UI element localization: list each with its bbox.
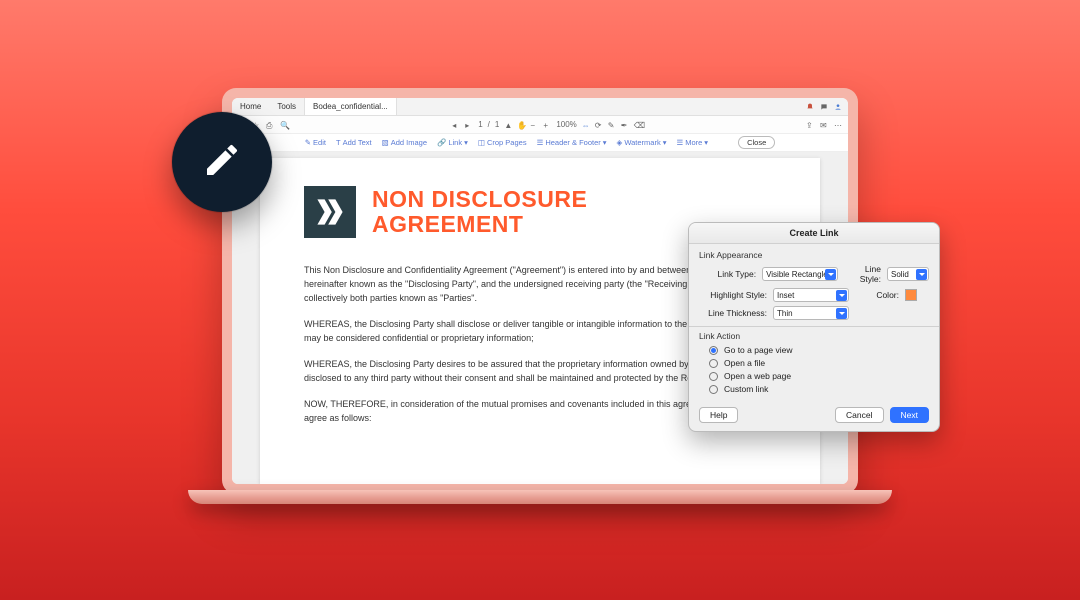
edit-badge: [172, 112, 272, 212]
hand-tool-icon[interactable]: ✋: [517, 121, 525, 129]
color-label: Color:: [855, 290, 899, 300]
search-icon[interactable]: 🔍: [280, 121, 288, 129]
erase-icon[interactable]: ⌫: [634, 121, 642, 129]
send-icon[interactable]: ✉: [820, 121, 828, 129]
crop-pages-button[interactable]: ◫Crop Pages: [478, 138, 527, 147]
sign-icon[interactable]: ✒: [621, 121, 629, 129]
fit-width-icon[interactable]: ⇔: [582, 121, 590, 129]
chevron-down-icon: [916, 269, 927, 280]
tab-bar: Home Tools Bodea_confidential...: [232, 98, 848, 116]
radio-icon: [709, 346, 718, 355]
select-tool-icon[interactable]: ▲: [504, 121, 512, 129]
line-thickness-label: Line Thickness:: [699, 308, 767, 318]
color-swatch[interactable]: [905, 289, 917, 301]
watermark-button[interactable]: ◈Watermark▾: [617, 138, 667, 147]
highlight-style-select[interactable]: Inset: [773, 288, 849, 302]
quick-toolbar: ☰ ☆ ⎙ 🔍 ◂ ▸ 1 / 1 ▲ ✋ − + 100% ⇔ ⟳ ✎ ✒ ⌫: [232, 116, 848, 134]
notification-icon[interactable]: [806, 103, 814, 111]
help-button[interactable]: Help: [699, 407, 738, 423]
next-button[interactable]: Next: [890, 407, 929, 423]
pencil-icon: [202, 140, 242, 185]
zoom-out-icon[interactable]: −: [530, 121, 538, 129]
print-icon[interactable]: ⎙: [266, 121, 274, 129]
prev-page-icon[interactable]: ◂: [452, 121, 460, 129]
link-type-label: Link Type:: [699, 269, 756, 279]
share-icon[interactable]: ⇪: [806, 121, 814, 129]
chevron-down-icon: [836, 308, 847, 319]
tab-tools[interactable]: Tools: [269, 98, 304, 115]
radio-open-file[interactable]: Open a file: [709, 358, 929, 368]
add-text-button[interactable]: TAdd Text: [336, 138, 372, 147]
zoom-in-icon[interactable]: +: [543, 121, 551, 129]
highlight-style-label: Highlight Style:: [699, 290, 767, 300]
line-style-label: Line Style:: [844, 264, 881, 284]
edit-button[interactable]: ✎Edit: [305, 138, 326, 147]
tab-document[interactable]: Bodea_confidential...: [304, 98, 397, 115]
create-link-dialog: Create Link Link Appearance Link Type: V…: [688, 222, 940, 432]
comment-icon[interactable]: [820, 103, 828, 111]
radio-custom-link[interactable]: Custom link: [709, 384, 929, 394]
next-page-icon[interactable]: ▸: [465, 121, 473, 129]
account-icon[interactable]: [834, 103, 842, 111]
chevron-down-icon: [825, 269, 836, 280]
laptop-base: [188, 490, 892, 504]
header-footer-button[interactable]: ☰Header & Footer▾: [537, 138, 607, 147]
rotate-icon[interactable]: ⟳: [595, 121, 603, 129]
document-title: NON DISCLOSURE AGREEMENT: [372, 187, 587, 238]
add-image-button[interactable]: ▧Add Image: [382, 138, 427, 147]
line-thickness-select[interactable]: Thin: [773, 306, 849, 320]
chevron-down-icon: [836, 290, 847, 301]
page-current: 1: [478, 120, 482, 129]
highlight-icon[interactable]: ✎: [608, 121, 616, 129]
page-sep: /: [488, 120, 490, 129]
more-options-icon[interactable]: ⋯: [834, 121, 842, 129]
line-style-select[interactable]: Solid: [887, 267, 929, 281]
appearance-section-label: Link Appearance: [699, 250, 929, 260]
more-button[interactable]: ☰More▾: [676, 138, 708, 147]
radio-icon: [709, 385, 718, 394]
link-type-select[interactable]: Visible Rectangle: [762, 267, 838, 281]
zoom-level[interactable]: 100%: [556, 120, 576, 129]
dialog-title: Create Link: [689, 223, 939, 244]
radio-go-to-page-view[interactable]: Go to a page view: [709, 345, 929, 355]
cancel-button[interactable]: Cancel: [835, 407, 883, 423]
company-logo: [304, 186, 356, 238]
radio-open-web-page[interactable]: Open a web page: [709, 371, 929, 381]
page-total: 1: [495, 120, 499, 129]
edit-toolbar: ✎Edit TAdd Text ▧Add Image 🔗Link▾ ◫Crop …: [232, 134, 848, 152]
radio-icon: [709, 359, 718, 368]
tab-home[interactable]: Home: [232, 98, 269, 115]
close-editbar-button[interactable]: Close: [738, 136, 775, 149]
link-button[interactable]: 🔗Link▾: [437, 138, 468, 147]
radio-icon: [709, 372, 718, 381]
link-action-section-label: Link Action: [699, 331, 929, 341]
